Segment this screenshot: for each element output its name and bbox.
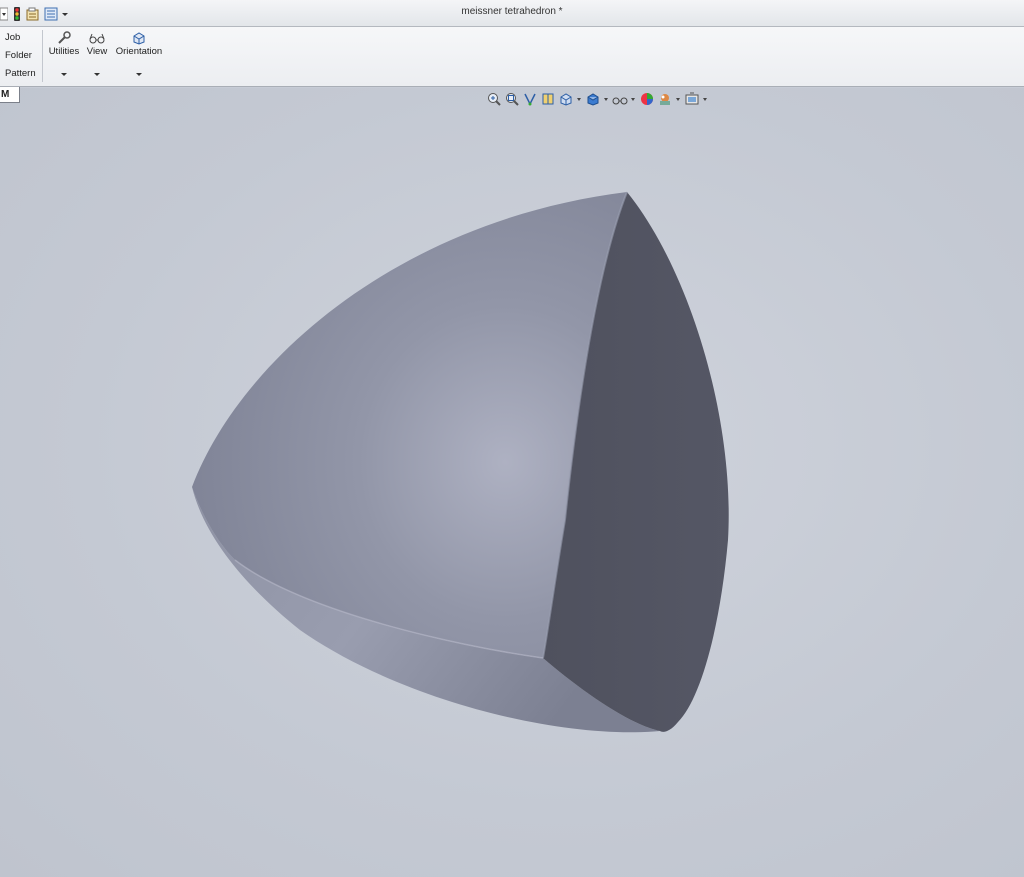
view-orientation-dropdown[interactable] [577,97,581,101]
job-button[interactable]: Job [5,32,20,43]
window-title: meissner tetrahedron * [461,6,563,17]
zoom-to-area-icon[interactable] [504,91,520,107]
command-manager-ribbon: Job Folder Pattern Utilities View Orient… [0,27,1024,87]
orientation-dropdown-arrow[interactable] [136,73,142,76]
utilities-button[interactable]: Utilities [48,31,80,57]
view-button[interactable]: View [85,31,109,57]
ribbon-separator [42,30,43,82]
orientation-cube-icon [114,31,164,45]
apply-scene-icon[interactable] [657,91,673,107]
apply-scene-dropdown[interactable] [676,97,680,101]
view-orientation-icon[interactable] [558,91,574,107]
heads-up-view-toolbar [486,90,711,108]
view-settings-icon[interactable] [684,91,700,107]
zoom-to-fit-icon[interactable] [486,91,502,107]
view-settings-dropdown[interactable] [703,97,707,101]
utilities-label: Utilities [48,46,80,57]
pattern-button[interactable]: Pattern [5,68,36,79]
graphics-area[interactable] [0,88,1024,877]
display-style-dropdown[interactable] [604,97,608,101]
view-dropdown-arrow[interactable] [94,73,100,76]
previous-view-icon[interactable] [522,91,538,107]
section-view-icon[interactable] [540,91,556,107]
document-tab[interactable]: M [0,87,20,103]
glasses-icon [85,31,109,45]
title-bar: meissner tetrahedron * [0,0,1024,27]
edit-appearance-icon[interactable] [639,91,655,107]
display-style-icon[interactable] [585,91,601,107]
orientation-button[interactable]: Orientation [114,31,164,57]
utilities-dropdown-arrow[interactable] [61,73,67,76]
view-label: View [86,46,108,57]
meissner-tetrahedron-model[interactable] [0,88,1024,877]
orientation-label: Orientation [115,46,163,57]
folder-button[interactable]: Folder [5,50,32,61]
hide-show-items-dropdown[interactable] [631,97,635,101]
wrench-icon [48,31,80,45]
hide-show-items-icon[interactable] [612,91,628,107]
